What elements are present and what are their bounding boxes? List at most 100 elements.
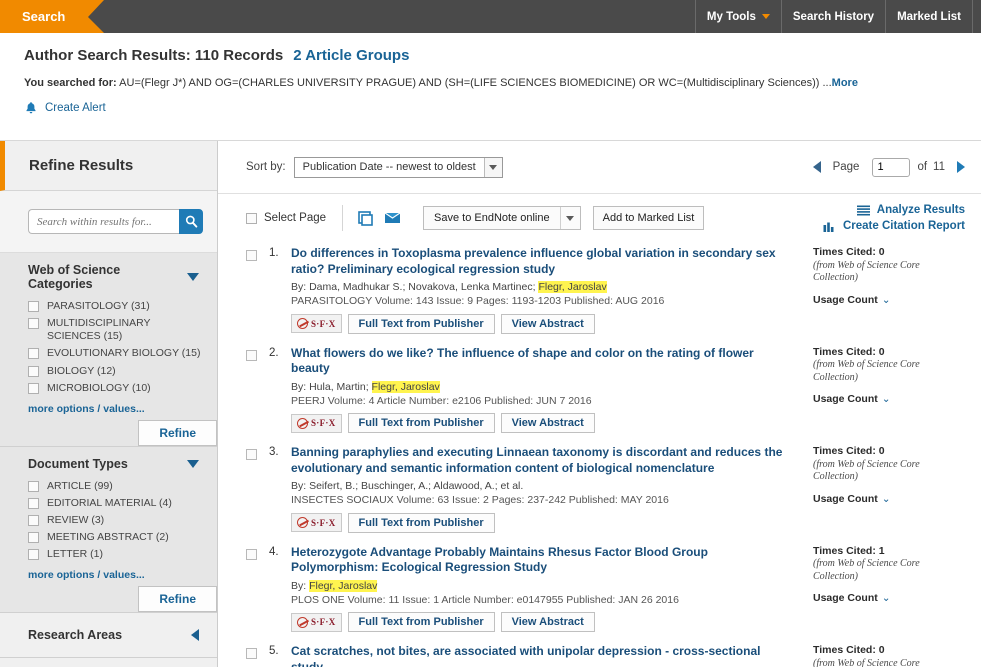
result-checkbox[interactable] <box>246 648 257 660</box>
facet-item[interactable]: PARASITOLOGY (31) <box>28 300 203 313</box>
more-options-link[interactable]: more options / values... <box>28 403 203 415</box>
facet-item-label: LETTER (1) <box>47 548 104 561</box>
result-body: Do differences in Toxoplasma prevalence … <box>291 246 813 334</box>
facet-item-label: BIOLOGY (12) <box>47 364 116 377</box>
facet-header[interactable]: Document Types <box>28 457 203 471</box>
sfx-button[interactable]: S·F·X <box>291 413 342 433</box>
result-checkbox[interactable] <box>246 349 257 361</box>
checkbox-icon[interactable] <box>28 301 39 312</box>
tab-search[interactable]: Search <box>0 0 104 33</box>
checkbox-icon[interactable] <box>28 382 39 394</box>
full-text-button[interactable]: Full Text from Publisher <box>347 313 495 334</box>
facet-item[interactable]: ARTICLE (99) <box>28 480 203 493</box>
sfx-button[interactable]: S·F·X <box>291 612 342 632</box>
tab-notch <box>88 0 104 33</box>
more-link[interactable]: More <box>832 77 858 89</box>
times-cited-value: 0 <box>878 246 885 258</box>
checkbox-icon[interactable] <box>28 532 39 544</box>
searched-for-query: AU=(Flegr J*) AND OG=(CHARLES UNIVERSITY… <box>119 77 832 89</box>
result-title-link[interactable]: Cat scratches, not bites, are associated… <box>291 644 795 667</box>
facet-item[interactable]: MEETING ABSTRACT (2) <box>28 531 203 544</box>
full-text-button[interactable]: Full Text from Publisher <box>347 512 495 533</box>
checkbox-icon[interactable] <box>28 549 39 561</box>
result-checkbox[interactable] <box>246 250 257 261</box>
facet-header[interactable]: Web of Science Categories <box>28 263 203 291</box>
full-text-button[interactable]: Full Text from Publisher <box>347 413 495 434</box>
facet-item[interactable]: MICROBIOLOGY (10) <box>28 382 203 395</box>
search-input[interactable] <box>28 209 179 234</box>
add-to-marked-list-button[interactable]: Add to Marked List <box>592 206 705 230</box>
facet-item[interactable]: LETTER (1) <box>28 548 203 561</box>
analyze-results-link[interactable]: Analyze Results <box>856 204 965 216</box>
checkbox-icon[interactable] <box>28 348 39 360</box>
result-authors: By: Hula, Martin; Flegr, Jaroslav <box>291 380 795 394</box>
search-button[interactable] <box>179 209 203 234</box>
facet-research-areas[interactable]: Research Areas <box>0 613 217 659</box>
sfx-button[interactable]: S·F·X <box>291 513 342 533</box>
times-cited: Times Cited: 0 <box>813 246 965 260</box>
refine-button[interactable]: Refine <box>138 419 217 446</box>
checkbox-icon[interactable] <box>28 318 39 330</box>
facet-item[interactable]: BIOLOGY (12) <box>28 365 203 378</box>
times-cited-value: 0 <box>878 445 885 458</box>
facet-item[interactable]: REVIEW (3) <box>28 514 203 527</box>
refine-button-row: Refine <box>28 586 217 613</box>
usage-count-toggle[interactable]: Usage Count ⌄ <box>813 493 965 507</box>
checkbox-icon[interactable] <box>28 480 39 492</box>
facet-authors[interactable]: Authors <box>0 658 217 667</box>
page-number-input[interactable] <box>872 157 911 177</box>
print-button[interactable] <box>357 210 374 227</box>
authors-highlight: Flegr, Jaroslav <box>309 579 378 592</box>
result-title-link[interactable]: What flowers do we like? The influence o… <box>291 346 795 377</box>
checkbox-icon[interactable] <box>28 365 39 377</box>
result-title-link[interactable]: Heterozygote Advantage Probably Maintain… <box>291 545 795 576</box>
refine-button[interactable]: Refine <box>138 586 217 613</box>
sort-select[interactable]: Publication Date -- newest to oldest <box>293 156 503 178</box>
result-authors: By: Seifert, B.; Buschinger, A.; Aldawoo… <box>291 479 795 493</box>
usage-count-label: Usage Count <box>813 592 878 605</box>
menu-search-history[interactable]: Search History <box>780 0 885 33</box>
usage-count-toggle[interactable]: Usage Count ⌄ <box>813 294 965 308</box>
select-page-control[interactable]: Select Page <box>246 212 326 224</box>
result-actions: S·F·X Full Text from Publisher View Abst… <box>291 612 795 633</box>
result-title-link[interactable]: Banning paraphylies and executing Linnae… <box>291 445 795 476</box>
save-to-endnote-button[interactable]: Save to EndNote online <box>423 206 581 230</box>
checkbox-icon[interactable] <box>28 515 39 526</box>
checkbox-icon[interactable] <box>246 213 257 224</box>
results-main: Sort by: Publication Date -- newest to o… <box>218 141 981 667</box>
facet-item[interactable]: EVOLUTIONARY BIOLOGY (15) <box>28 347 203 360</box>
facet-item[interactable]: EDITORIAL MATERIAL (4) <box>28 497 203 510</box>
facet-items: PARASITOLOGY (31) MULTIDISCIPLINARY SCIE… <box>28 300 203 395</box>
facet-item[interactable]: MULTIDISCIPLINARY SCIENCES (15) <box>28 317 203 343</box>
result-source: PEERJ Volume: 4 Article Number: e2106 Pu… <box>291 394 592 407</box>
sort-bar: Sort by: Publication Date -- newest to o… <box>218 141 981 194</box>
times-cited-label: Times Cited: <box>813 544 876 557</box>
result-checkbox[interactable] <box>246 548 257 560</box>
result-checkbox[interactable] <box>246 449 257 461</box>
previous-page-icon[interactable] <box>812 161 821 173</box>
view-abstract-button[interactable]: View Abstract <box>500 612 595 633</box>
full-text-button[interactable]: Full Text from Publisher <box>347 612 495 633</box>
view-abstract-button[interactable]: View Abstract <box>500 413 595 434</box>
email-button[interactable] <box>384 211 401 225</box>
divider <box>342 205 344 231</box>
checkbox-icon[interactable] <box>28 497 39 509</box>
view-abstract-button[interactable]: View Abstract <box>500 313 595 334</box>
next-page-icon[interactable] <box>957 161 965 173</box>
usage-count-toggle[interactable]: Usage Count ⌄ <box>813 393 965 407</box>
times-cited-label: Times Cited: <box>813 445 876 458</box>
menu-my-tools-label: My Tools <box>706 10 756 23</box>
facet-title-label: Research Areas <box>28 628 123 643</box>
menu-marked-list[interactable]: Marked List <box>885 0 973 33</box>
more-options-link[interactable]: more options / values... <box>28 569 203 581</box>
article-groups-link[interactable]: 2 Article Groups <box>293 47 409 64</box>
create-citation-report-link[interactable]: Create Citation Report <box>823 220 965 232</box>
create-alert-button[interactable]: Create Alert <box>24 101 981 115</box>
result-row: 1. Do differences in Toxoplasma prevalen… <box>218 240 981 340</box>
result-title-link[interactable]: Do differences in Toxoplasma prevalence … <box>291 246 795 277</box>
chevron-down-icon[interactable] <box>559 207 580 229</box>
sfx-button[interactable]: S·F·X <box>291 314 342 334</box>
menu-my-tools[interactable]: My Tools <box>694 0 781 33</box>
usage-count-toggle[interactable]: Usage Count ⌄ <box>813 592 965 606</box>
bell-icon <box>24 101 38 115</box>
